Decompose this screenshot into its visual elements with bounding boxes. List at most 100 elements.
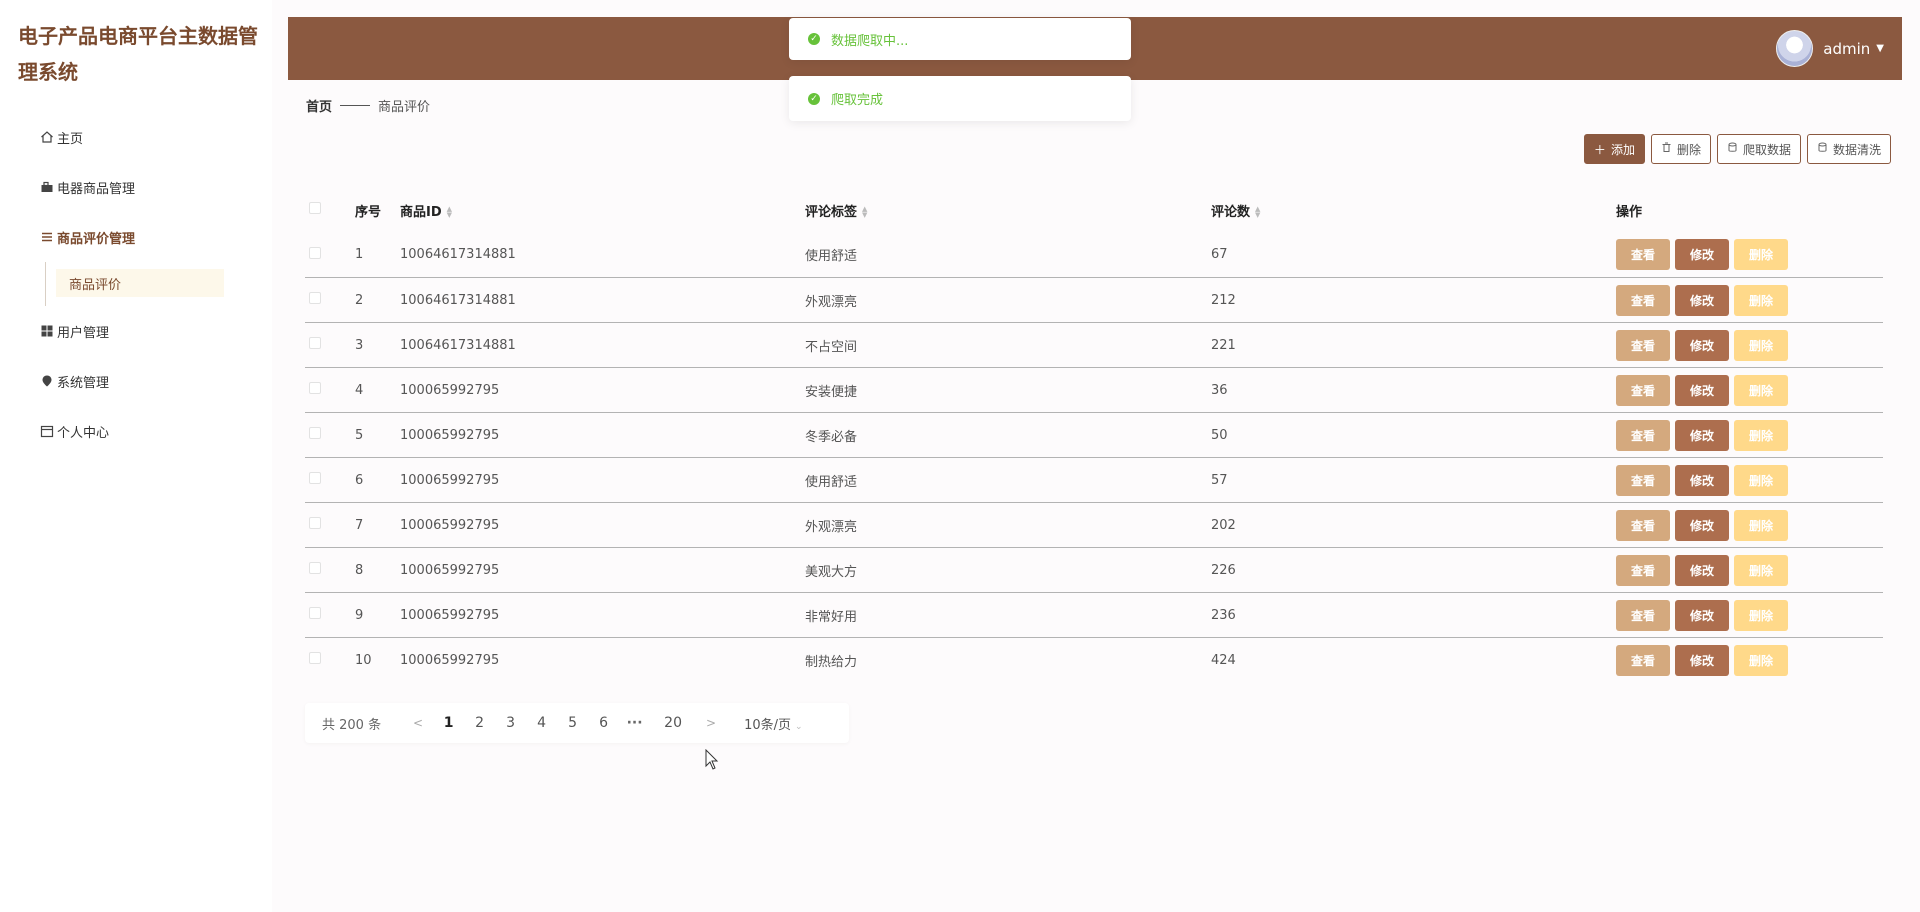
view-button[interactable]: 查看 bbox=[1616, 374, 1670, 406]
row-checkbox[interactable] bbox=[309, 292, 321, 304]
cell-count: 212 bbox=[1211, 292, 1236, 308]
delete-button[interactable]: 删除 bbox=[1734, 464, 1788, 496]
cell-index: 7 bbox=[355, 517, 364, 533]
view-button[interactable]: 查看 bbox=[1616, 329, 1670, 361]
delete-button[interactable]: 删除 bbox=[1734, 599, 1788, 631]
delete-button[interactable]: 删除 bbox=[1734, 374, 1788, 406]
edit-button[interactable]: 修改 bbox=[1675, 464, 1729, 496]
sidebar-item-reviews[interactable]: 商品评价管理 bbox=[0, 212, 272, 262]
edit-button[interactable]: 修改 bbox=[1675, 329, 1729, 361]
header-tag[interactable]: 评论标签 ▲ ▼ bbox=[805, 201, 1211, 220]
row-checkbox[interactable] bbox=[309, 517, 321, 529]
delete-button[interactable]: 删除 bbox=[1734, 554, 1788, 586]
row-checkbox[interactable] bbox=[309, 472, 321, 484]
sidebar-subitem-reviews[interactable]: 商品评价 bbox=[56, 269, 224, 297]
edit-button[interactable]: 修改 bbox=[1675, 509, 1729, 541]
cell-count: 57 bbox=[1211, 472, 1228, 488]
view-button[interactable]: 查看 bbox=[1616, 509, 1670, 541]
edit-button[interactable]: 修改 bbox=[1675, 644, 1729, 676]
sort-icon[interactable]: ▲ ▼ bbox=[447, 206, 452, 219]
check-circle-icon: ✓ bbox=[808, 33, 820, 45]
sidebar-item-profile[interactable]: 个人中心 bbox=[0, 406, 272, 456]
edit-button[interactable]: 修改 bbox=[1675, 239, 1729, 270]
edit-button[interactable]: 修改 bbox=[1675, 599, 1729, 631]
row-checkbox[interactable] bbox=[309, 246, 321, 259]
sidebar-item-label: 电器商品管理 bbox=[57, 181, 136, 197]
page-button[interactable]: 5 bbox=[557, 715, 588, 731]
delete-button[interactable]: 删除 bbox=[1734, 239, 1788, 270]
edit-button[interactable]: 修改 bbox=[1675, 419, 1729, 451]
view-button[interactable]: 查看 bbox=[1616, 284, 1670, 316]
more-pages-button[interactable]: ··· bbox=[619, 715, 650, 731]
row-checkbox[interactable] bbox=[309, 337, 321, 349]
sort-icon[interactable]: ▲ ▼ bbox=[862, 206, 867, 219]
view-button[interactable]: 查看 bbox=[1616, 644, 1670, 676]
header-product-id[interactable]: 商品ID ▲ ▼ bbox=[400, 201, 805, 220]
view-button[interactable]: 查看 bbox=[1616, 554, 1670, 586]
edit-button[interactable]: 修改 bbox=[1675, 374, 1729, 406]
view-button[interactable]: 查看 bbox=[1616, 239, 1670, 270]
grid-icon bbox=[40, 324, 54, 338]
row-checkbox[interactable] bbox=[309, 607, 321, 619]
header-ops: 操作 bbox=[1616, 204, 1643, 220]
sort-icon[interactable]: ▲ ▼ bbox=[1255, 206, 1260, 219]
page-button[interactable]: 2 bbox=[464, 715, 495, 731]
cell-count: 36 bbox=[1211, 382, 1228, 398]
check-circle-icon: ✓ bbox=[808, 92, 820, 105]
next-page-button[interactable]: > bbox=[696, 716, 726, 730]
row-checkbox[interactable] bbox=[309, 382, 321, 394]
page-size-select[interactable]: 10条/页 ⌄ bbox=[744, 714, 802, 733]
sidebar-item-system[interactable]: 系统管理 bbox=[0, 356, 272, 406]
view-button[interactable]: 查看 bbox=[1616, 599, 1670, 631]
delete-button[interactable]: 删除 bbox=[1734, 284, 1788, 316]
cell-index: 4 bbox=[355, 382, 364, 398]
cell-product-id: 100065992795 bbox=[400, 562, 500, 578]
cell-ops: 查看 修改 删除 bbox=[1616, 554, 1883, 586]
cell-index: 1 bbox=[355, 247, 364, 262]
delete-button[interactable]: 删除 bbox=[1734, 329, 1788, 361]
cell-tag: 不占空间 bbox=[805, 339, 858, 355]
add-button[interactable]: ＋ 添加 bbox=[1583, 134, 1645, 164]
delete-button[interactable]: 删除 bbox=[1734, 419, 1788, 451]
sidebar-item-users[interactable]: 用户管理 bbox=[0, 306, 272, 356]
header-count[interactable]: 评论数 ▲ ▼ bbox=[1211, 201, 1616, 220]
table-row: 3 10064617314881 不占空间 221 查看 修改 删除 bbox=[305, 322, 1883, 367]
page-button[interactable]: 3 bbox=[495, 715, 526, 731]
page-button[interactable]: 4 bbox=[526, 715, 557, 731]
home-icon bbox=[40, 130, 54, 144]
data-clean-button[interactable]: 数据清洗 bbox=[1806, 134, 1891, 164]
table-row: 9 100065992795 非常好用 236 查看 修改 删除 bbox=[305, 592, 1883, 637]
pagination-total: 共 200 条 bbox=[322, 717, 382, 733]
select-all-checkbox[interactable] bbox=[309, 202, 321, 214]
crawl-data-label: 爬取数据 bbox=[1742, 142, 1791, 157]
view-button[interactable]: 查看 bbox=[1616, 464, 1670, 496]
cell-index: 8 bbox=[355, 562, 364, 578]
cell-count: 424 bbox=[1211, 652, 1236, 668]
delete-button[interactable]: 删除 bbox=[1734, 509, 1788, 541]
row-checkbox[interactable] bbox=[309, 562, 321, 574]
row-checkbox[interactable] bbox=[309, 427, 321, 439]
sidebar-item-products[interactable]: 电器商品管理 bbox=[0, 162, 272, 212]
edit-button[interactable]: 修改 bbox=[1675, 554, 1729, 586]
batch-delete-button[interactable]: 删除 bbox=[1650, 134, 1711, 164]
crawl-data-button[interactable]: 爬取数据 bbox=[1716, 134, 1801, 164]
row-checkbox[interactable] bbox=[309, 652, 321, 664]
page-button[interactable]: 6 bbox=[588, 715, 619, 731]
cell-index: 9 bbox=[355, 607, 364, 623]
delete-button[interactable]: 删除 bbox=[1734, 644, 1788, 676]
breadcrumb-home[interactable]: 首页 bbox=[306, 96, 332, 115]
user-menu[interactable]: admin ▼ bbox=[1776, 30, 1884, 67]
edit-button[interactable]: 修改 bbox=[1675, 284, 1729, 316]
main-content: admin ▼ 首页 商品评价 ＋ 添加 删除 爬取数据 数据清洗 序号 商品I… bbox=[272, 0, 1920, 912]
view-button[interactable]: 查看 bbox=[1616, 419, 1670, 451]
sidebar-item-home[interactable]: 主页 bbox=[0, 112, 272, 162]
add-button-label: 添加 bbox=[1610, 142, 1635, 157]
page-button[interactable]: 20 bbox=[650, 715, 696, 731]
table-row: 6 100065992795 使用舒适 57 查看 修改 删除 bbox=[305, 457, 1883, 502]
cell-count: 67 bbox=[1211, 247, 1228, 262]
cell-tag: 外观漂亮 bbox=[805, 519, 858, 535]
prev-page-button[interactable]: < bbox=[403, 716, 433, 730]
toast-done-message: 爬取完成 bbox=[831, 93, 884, 108]
cell-ops: 查看 修改 删除 bbox=[1616, 239, 1883, 270]
page-button[interactable]: 1 bbox=[433, 715, 464, 731]
